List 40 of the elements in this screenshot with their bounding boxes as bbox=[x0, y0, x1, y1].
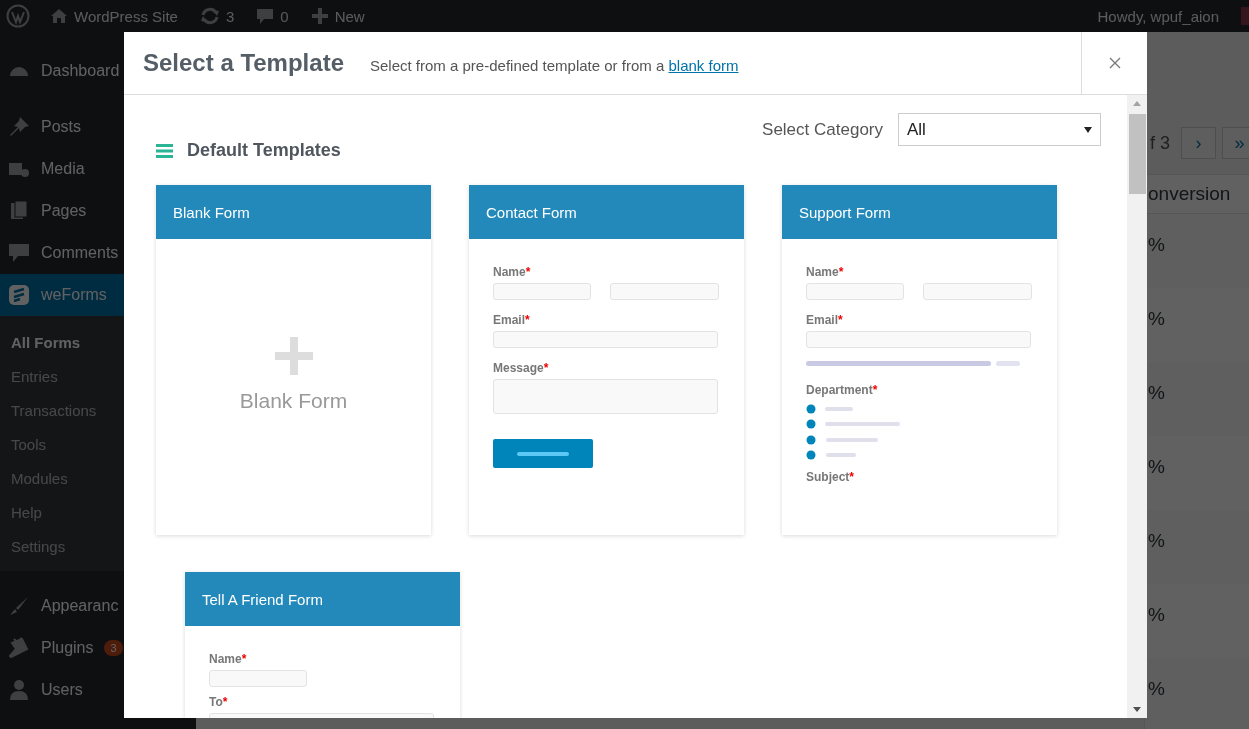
field-label: Name* bbox=[806, 265, 844, 279]
table-cell: % bbox=[1148, 456, 1165, 477]
template-card[interactable]: Tell A Friend Form Name* To* bbox=[185, 572, 460, 718]
greeting-link[interactable]: Howdy, wpuf_aion bbox=[1097, 7, 1219, 25]
field-label: To* bbox=[209, 695, 228, 709]
category-label: Select Category bbox=[762, 119, 883, 140]
field-label: Subject* bbox=[806, 470, 854, 484]
next-page-button[interactable]: › bbox=[1181, 127, 1216, 159]
card-header: Tell A Friend Form bbox=[185, 572, 460, 626]
field-label: Message* bbox=[493, 361, 549, 375]
card-header: Support Form bbox=[782, 185, 1057, 239]
dialog-title: Select a Template bbox=[143, 49, 344, 77]
card-header: Blank Form bbox=[156, 185, 431, 239]
count-badge: 3 bbox=[104, 640, 123, 656]
site-name-link[interactable]: WordPress Site bbox=[50, 7, 178, 25]
category-select[interactable]: All bbox=[898, 113, 1101, 146]
updates-link[interactable]: 3 bbox=[199, 7, 235, 25]
card-caption: Blank Form bbox=[239, 389, 348, 413]
template-card[interactable]: Blank Form Blank Form bbox=[156, 185, 431, 535]
field-label: Email* bbox=[806, 313, 843, 327]
pagination-text: f 3 bbox=[1150, 132, 1170, 154]
comments-link[interactable]: 0 bbox=[256, 7, 289, 25]
table-cell: % bbox=[1148, 382, 1165, 403]
last-page-button[interactable]: » bbox=[1222, 127, 1249, 159]
field-label: Department* bbox=[806, 383, 878, 397]
dialog-subtitle: Select from a pre-defined template or from a blank form bbox=[370, 56, 739, 74]
table-cell: % bbox=[1148, 678, 1165, 699]
field-label: Name* bbox=[493, 265, 531, 279]
card-header: Contact Form bbox=[469, 185, 744, 239]
new-link[interactable]: New bbox=[310, 7, 365, 25]
blank-form-link[interactable]: blank form bbox=[668, 56, 739, 74]
table-cell: % bbox=[1148, 530, 1165, 551]
template-card[interactable]: Support Form Name* Email* Department* Subject* bbox=[782, 185, 1057, 535]
template-card[interactable]: Contact Form Name* Email* Message* bbox=[469, 185, 744, 535]
table-cell: % bbox=[1148, 308, 1165, 329]
table-cell: % bbox=[1148, 234, 1165, 255]
table-cell: % bbox=[1148, 604, 1165, 625]
section-title: Default Templates bbox=[187, 140, 341, 161]
field-label: Email* bbox=[493, 313, 530, 327]
field-label: Name* bbox=[209, 652, 247, 666]
